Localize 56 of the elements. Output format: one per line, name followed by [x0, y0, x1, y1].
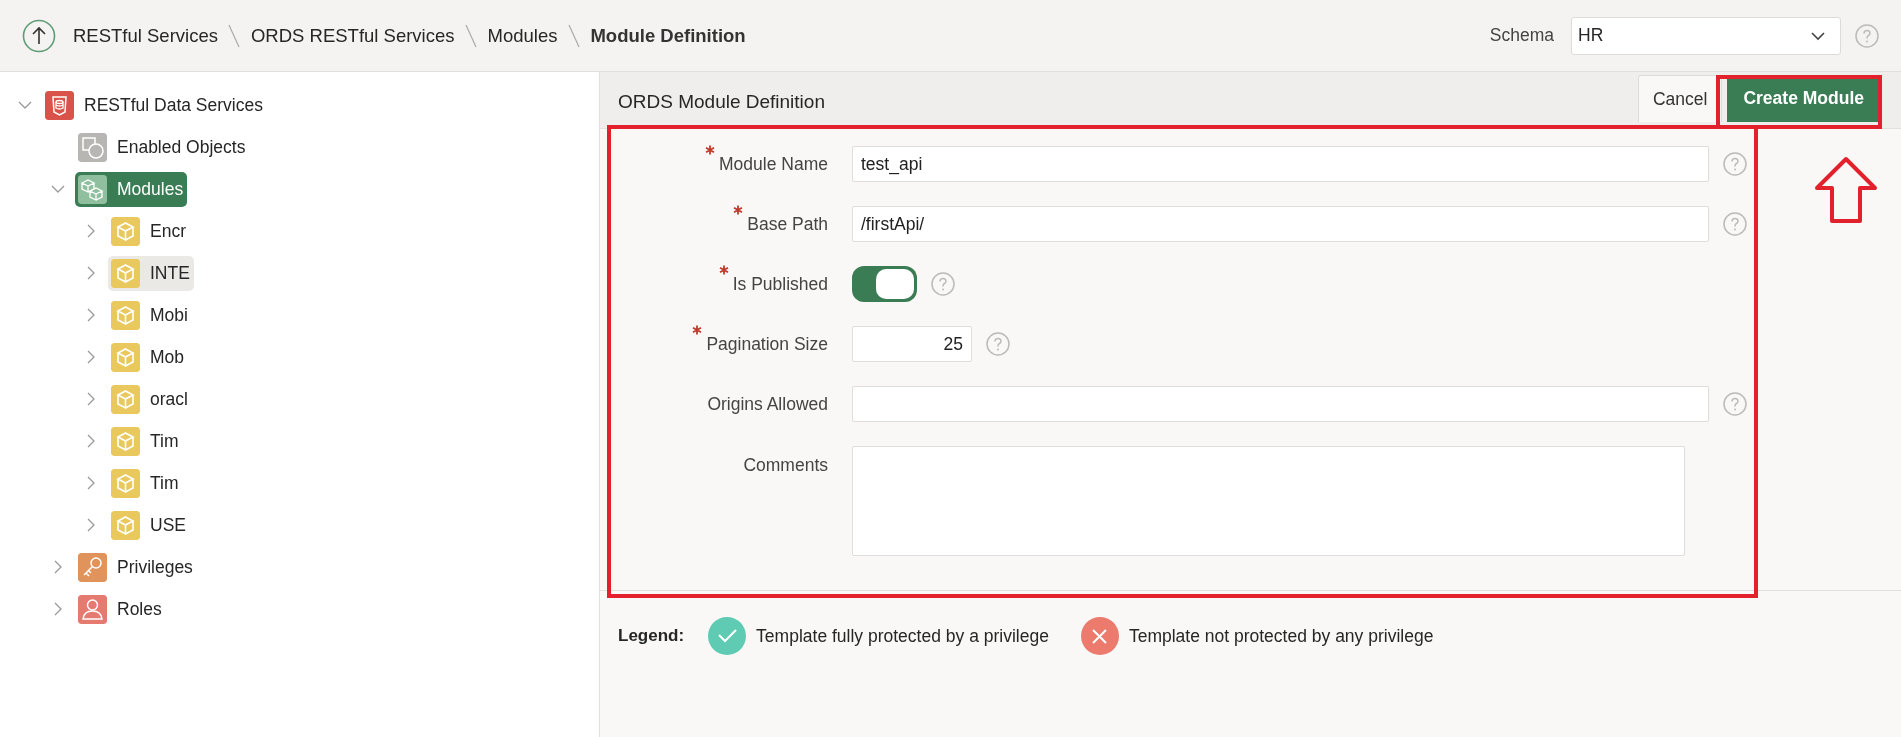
tree-node[interactable]: Encr — [108, 213, 190, 249]
person-icon — [78, 594, 107, 624]
cube-icon — [111, 342, 140, 372]
breadcrumb-link[interactable]: RESTful Services — [73, 21, 218, 50]
tree-node[interactable]: Modules — [75, 171, 188, 207]
number-field[interactable]: 25 — [852, 326, 972, 362]
text-field[interactable] — [852, 386, 1709, 422]
tree-node[interactable]: Roles — [75, 591, 166, 627]
help-icon[interactable] — [1855, 23, 1879, 48]
text-field[interactable]: /firstApi/ — [852, 206, 1709, 242]
field-label: Comments — [743, 454, 828, 477]
legend-text: Template fully protected by a privilege — [756, 624, 1049, 648]
text-field[interactable]: test_api — [852, 146, 1709, 182]
help-icon[interactable] — [1723, 392, 1747, 416]
page-title: Module Definition — [590, 23, 746, 48]
comments-field[interactable] — [852, 446, 1685, 556]
field-label: Pagination Size — [706, 332, 828, 356]
up-arrow-icon — [1812, 156, 1880, 224]
field-label: Origins Allowed — [707, 392, 828, 416]
tree-node[interactable]: Privileges — [75, 549, 197, 585]
shield-database-icon — [45, 90, 74, 120]
tree-node[interactable]: USE — [108, 507, 190, 543]
cube-icon — [111, 426, 140, 456]
tree-node[interactable]: INTE — [108, 255, 194, 291]
cube-icon — [111, 468, 140, 498]
cube-icon — [111, 384, 140, 414]
tree-node[interactable]: Mob — [108, 339, 189, 375]
field-label: Is Published — [732, 272, 828, 296]
cube-icon — [111, 258, 140, 288]
field-label: Module Name — [719, 152, 828, 176]
breadcrumb-link[interactable]: Modules — [487, 21, 558, 50]
legend-text: Template not protected by any privilege — [1128, 624, 1434, 648]
tree-node[interactable]: Tim — [108, 465, 183, 501]
help-icon[interactable] — [931, 272, 955, 296]
help-icon[interactable] — [986, 332, 1010, 356]
cube-icon — [111, 510, 140, 540]
breadcrumb-link[interactable]: ORDS RESTful Services — [250, 21, 455, 50]
help-icon[interactable] — [1723, 212, 1747, 236]
cancel-button[interactable]: Cancel — [1637, 75, 1723, 122]
cubes-icon — [78, 174, 107, 204]
region-title: ORDS Module Definition — [618, 90, 825, 114]
key-icon — [78, 552, 107, 582]
tree-node[interactable]: Mobi — [108, 297, 192, 333]
cube-icon — [111, 216, 140, 246]
toggle-switch[interactable] — [852, 266, 917, 302]
field-label: Base Path — [747, 212, 828, 236]
tree-node[interactable]: Enabled Objects — [75, 129, 250, 165]
chevron-down-icon — [1810, 30, 1826, 41]
schema-label: Schema — [1489, 24, 1554, 48]
schema-select[interactable]: HR — [1571, 16, 1841, 55]
tree-node[interactable]: oracl — [108, 381, 192, 417]
tree-node[interactable]: RESTful Data Services — [42, 87, 267, 123]
help-icon[interactable] — [1723, 152, 1747, 176]
legend-title: Legend: — [618, 625, 685, 648]
cube-icon — [111, 300, 140, 330]
tree-node[interactable]: Tim — [108, 423, 183, 459]
